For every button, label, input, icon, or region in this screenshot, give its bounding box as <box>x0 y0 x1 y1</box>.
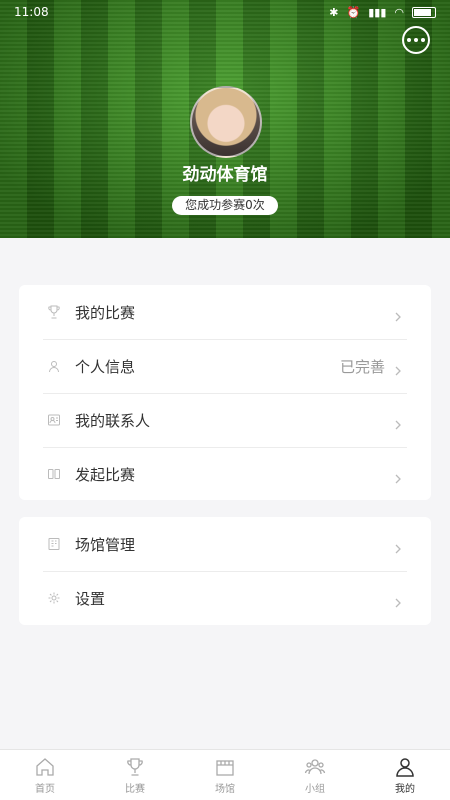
tab-label: 比赛 <box>125 783 145 795</box>
tab-label: 我的 <box>395 783 415 795</box>
tab-home[interactable]: 首页 <box>0 750 90 800</box>
tab-label: 首页 <box>35 783 55 795</box>
profile-header: 11:08 ✱ ⏰ ▮▮▮ ◠ 劲动体育馆 您成功参赛0次 <box>0 0 450 238</box>
tab-label: 小组 <box>305 783 325 795</box>
menu-item-venue-management[interactable]: 场馆管理 <box>19 517 431 571</box>
chevron-right-icon <box>393 415 403 430</box>
menu-item-label: 我的联系人 <box>75 411 151 430</box>
status-time: 11:08 <box>14 5 49 19</box>
venue-icon <box>216 759 234 776</box>
menu-item-label: 发起比赛 <box>75 465 136 484</box>
more-options-button[interactable] <box>402 26 430 54</box>
user-icon <box>47 359 61 373</box>
wifi-icon: ◠ <box>394 5 404 19</box>
building-icon <box>47 537 61 551</box>
chevron-right-icon <box>393 539 403 554</box>
menu-item-label: 场馆管理 <box>75 535 136 554</box>
status-icons: ✱ ⏰ ▮▮▮ ◠ <box>329 6 436 19</box>
battery-icon <box>412 6 436 18</box>
chevron-right-icon <box>393 593 403 608</box>
venue-name: 劲动体育馆 <box>182 165 268 185</box>
menu-item-label: 个人信息 <box>75 357 136 376</box>
chevron-right-icon <box>393 307 403 322</box>
menu-card-secondary: 场馆管理 设置 <box>19 517 431 625</box>
menu-item-create-match[interactable]: 发起比赛 <box>19 447 431 501</box>
menu-item-my-matches[interactable]: 我的比赛 <box>19 285 431 339</box>
tab-label: 场馆 <box>215 783 235 795</box>
chevron-right-icon <box>393 469 403 484</box>
profile-icon <box>396 757 414 777</box>
signal-icon: ▮▮▮ <box>368 5 387 19</box>
bluetooth-icon: ✱ <box>329 5 339 19</box>
menu-item-my-contacts[interactable]: 我的联系人 <box>19 393 431 447</box>
menu-item-label: 我的比赛 <box>75 303 136 322</box>
tab-groups[interactable]: 小组 <box>270 750 360 800</box>
scoreboard-icon <box>47 467 61 481</box>
menu-item-personal-info[interactable]: 个人信息 已完善 <box>19 339 431 393</box>
contact-card-icon <box>47 413 61 427</box>
group-icon <box>304 758 326 774</box>
menu-item-settings[interactable]: 设置 <box>19 571 431 625</box>
tab-matches[interactable]: 比赛 <box>90 750 180 800</box>
trophy-icon <box>127 757 143 776</box>
tab-venues[interactable]: 场馆 <box>180 750 270 800</box>
chevron-right-icon <box>393 361 403 376</box>
status-bar: 11:08 ✱ ⏰ ▮▮▮ ◠ <box>0 0 450 24</box>
tab-profile[interactable]: 我的 <box>360 750 450 800</box>
participation-badge: 您成功参赛0次 <box>172 196 278 215</box>
menu-card-primary: 我的比赛 个人信息 已完善 我的联系人 发起比赛 <box>19 285 431 500</box>
gear-icon <box>47 591 61 605</box>
bottom-tab-bar: 首页 比赛 场馆 小组 我的 <box>0 749 450 800</box>
avatar[interactable] <box>190 86 262 158</box>
alarm-icon: ⏰ <box>346 5 361 19</box>
home-icon <box>36 757 54 776</box>
menu-item-label: 设置 <box>75 589 106 608</box>
trophy-icon <box>47 305 61 319</box>
profile-status-value: 已完善 <box>339 357 385 376</box>
